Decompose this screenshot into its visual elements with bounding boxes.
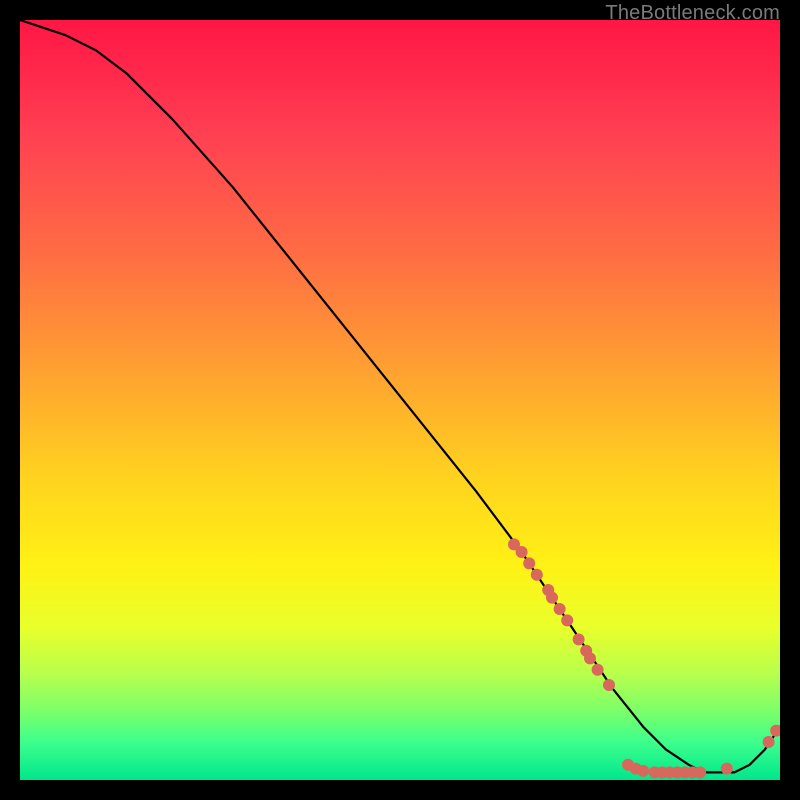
chart-frame: TheBottleneck.com: [20, 20, 780, 780]
data-point: [584, 652, 596, 664]
data-point: [770, 725, 780, 737]
data-point: [546, 592, 558, 604]
data-point: [637, 765, 649, 777]
data-point: [592, 664, 604, 676]
data-point: [523, 557, 535, 569]
bottleneck-curve: [20, 20, 780, 772]
data-point: [603, 679, 615, 691]
data-point: [694, 766, 706, 778]
data-point: [554, 603, 566, 615]
data-point: [531, 569, 543, 581]
chart-overlay: [20, 20, 780, 780]
highlighted-points-group: [508, 538, 780, 778]
data-point: [763, 736, 775, 748]
data-point: [721, 763, 733, 775]
data-point: [561, 614, 573, 626]
data-point: [516, 546, 528, 558]
data-point: [573, 633, 585, 645]
